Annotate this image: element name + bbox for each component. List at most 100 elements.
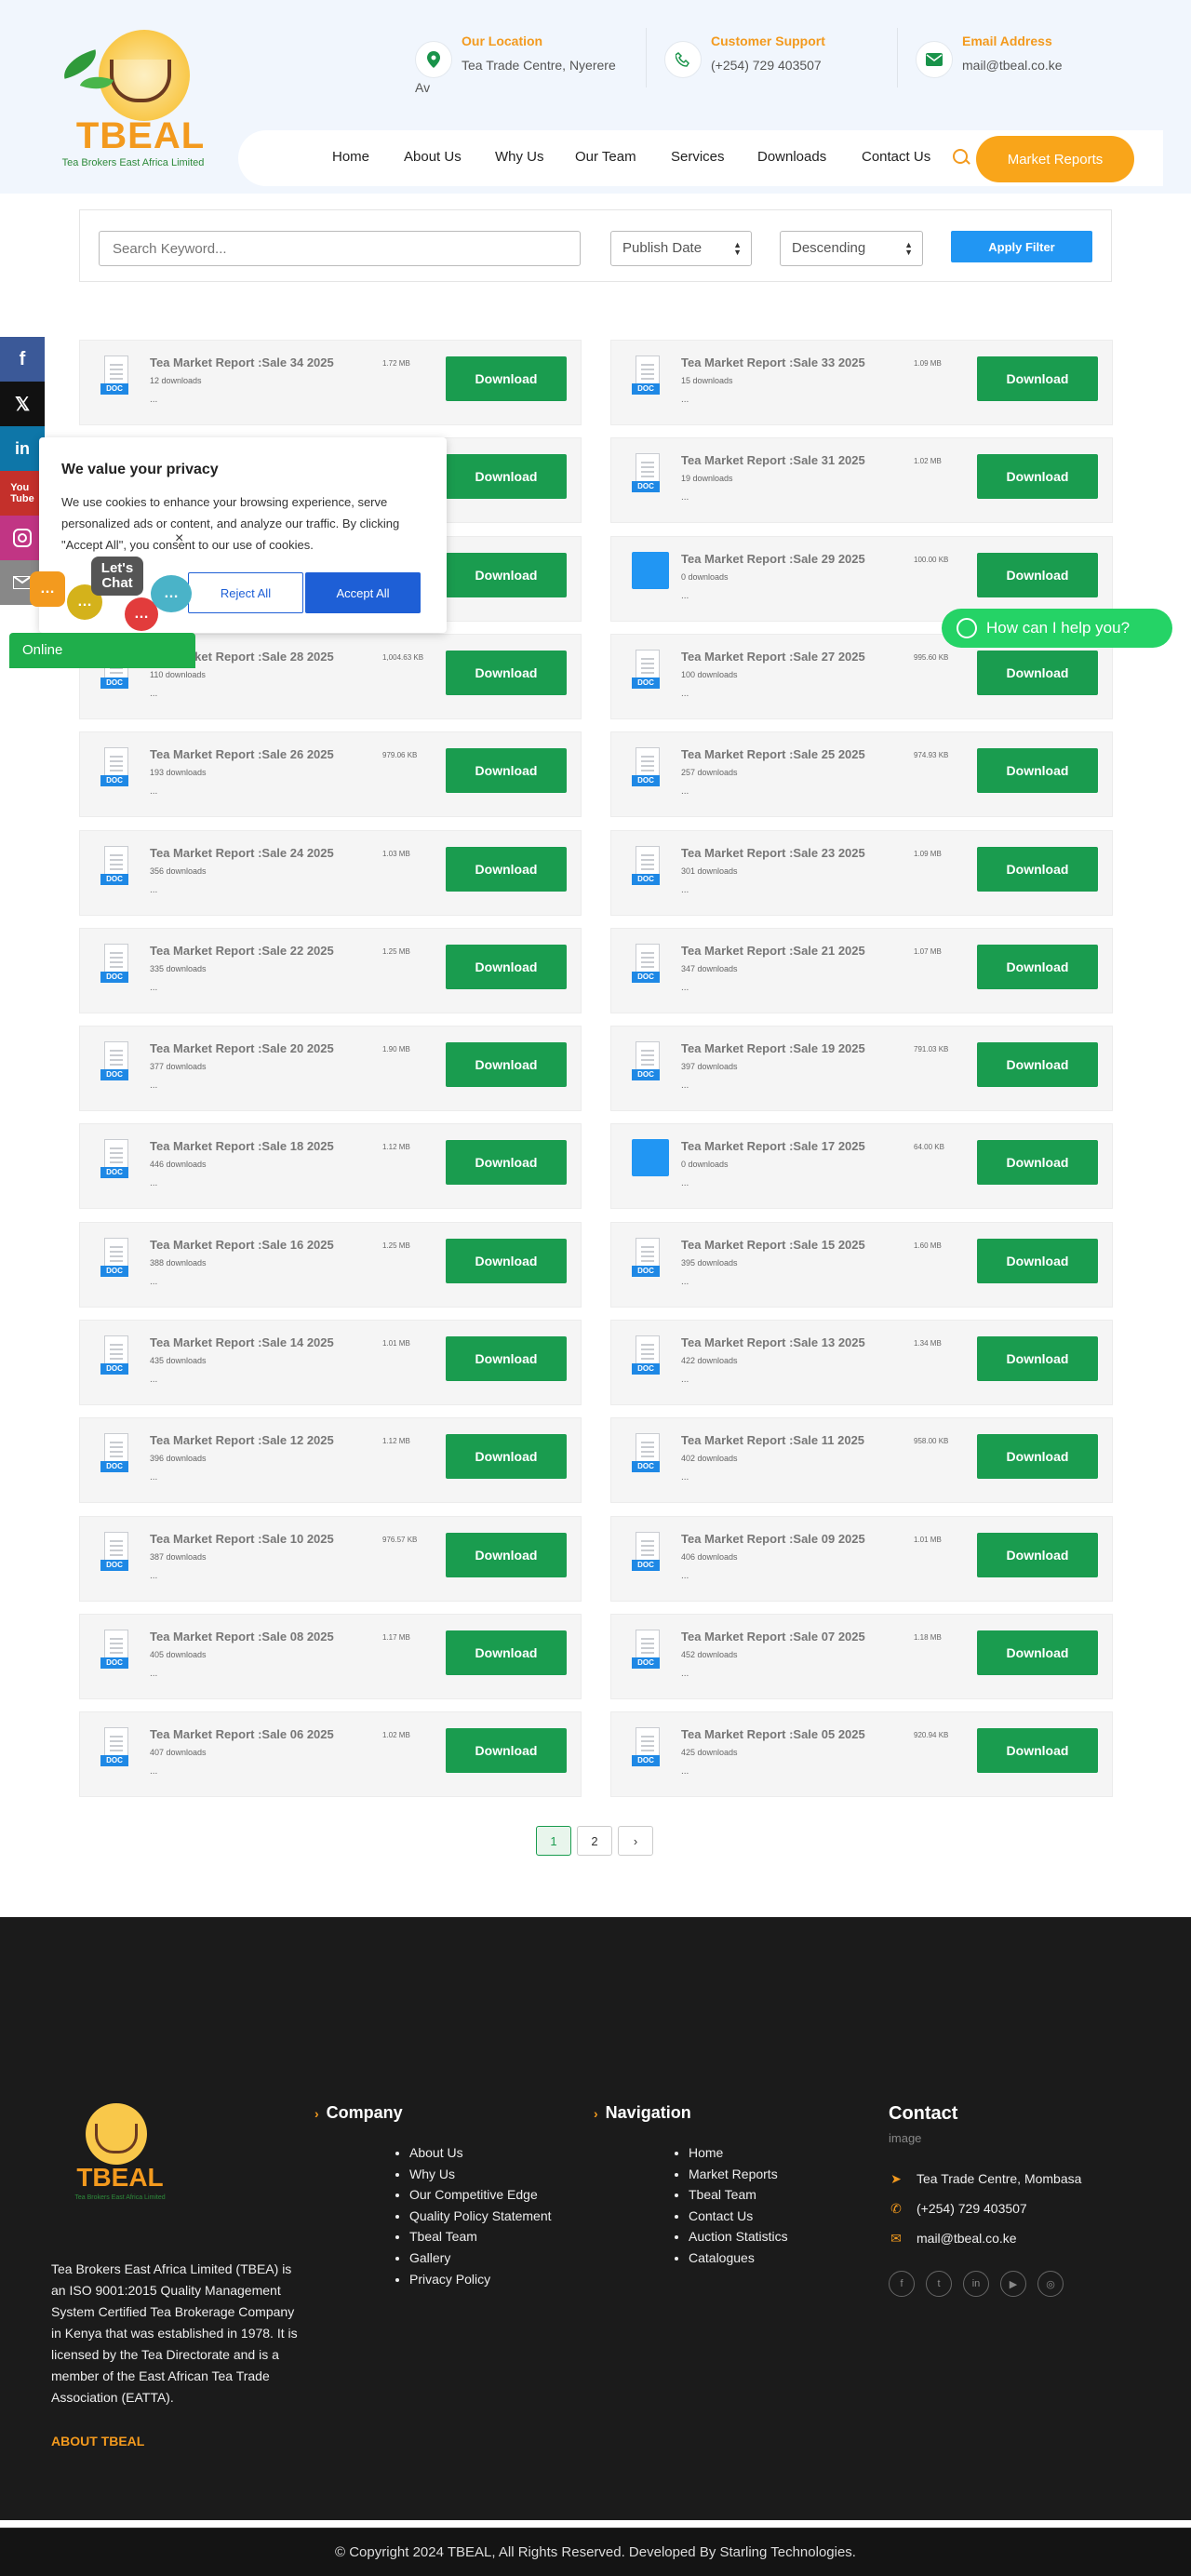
download-button[interactable]: Download	[977, 1434, 1098, 1479]
footer-link[interactable]: Catalogues	[689, 2247, 788, 2269]
footer-link[interactable]: Tbeal Team	[689, 2184, 788, 2206]
download-button[interactable]: Download	[977, 748, 1098, 793]
report-title[interactable]: Tea Market Report :Sale 16 2025	[150, 1238, 334, 1252]
nav-home[interactable]: Home	[332, 149, 369, 165]
footer-link[interactable]: Quality Policy Statement	[409, 2206, 552, 2227]
report-title[interactable]: Tea Market Report :Sale 26 2025	[150, 747, 334, 761]
close-icon[interactable]: ×	[175, 530, 183, 547]
report-title[interactable]: Tea Market Report :Sale 06 2025	[150, 1727, 334, 1741]
reject-all-button[interactable]: Reject All	[188, 572, 303, 613]
download-button[interactable]: Download	[977, 1533, 1098, 1577]
download-button[interactable]: Download	[446, 748, 567, 793]
contact-phone[interactable]: ✆ (+254) 729 403507	[889, 2201, 1027, 2217]
report-title[interactable]: Tea Market Report :Sale 10 2025	[150, 1532, 334, 1546]
download-button[interactable]: Download	[446, 1728, 567, 1773]
report-title[interactable]: Tea Market Report :Sale 21 2025	[681, 944, 865, 958]
footer-link[interactable]: Home	[689, 2142, 788, 2164]
download-button[interactable]: Download	[446, 553, 567, 597]
report-title[interactable]: Tea Market Report :Sale 27 2025	[681, 650, 865, 664]
footer-logo[interactable]: TBEAL Tea Brokers East Africa Limited	[69, 2103, 171, 2206]
youtube-icon[interactable]: ▶	[1000, 2271, 1026, 2297]
download-button[interactable]: Download	[446, 1042, 567, 1087]
download-button[interactable]: Download	[446, 847, 567, 892]
support-phone[interactable]: (+254) 729 403507	[711, 54, 888, 76]
report-title[interactable]: Tea Market Report :Sale 17 2025	[681, 1139, 865, 1153]
page-2-button[interactable]: 2	[577, 1826, 612, 1856]
chat-bubble-icon[interactable]: …	[30, 571, 65, 607]
linkedin-icon[interactable]: in	[0, 426, 45, 471]
twitter-icon[interactable]: t	[926, 2271, 952, 2297]
download-button[interactable]: Download	[446, 651, 567, 695]
nav-services[interactable]: Services	[671, 149, 725, 165]
facebook-icon[interactable]: f	[889, 2271, 915, 2297]
nav-why-us[interactable]: Why Us	[495, 149, 544, 165]
download-button[interactable]: Download	[446, 1336, 567, 1381]
download-button[interactable]: Download	[977, 356, 1098, 401]
report-title[interactable]: Tea Market Report :Sale 07 2025	[681, 1630, 865, 1644]
whatsapp-chat-button[interactable]: How can I help you?	[942, 609, 1172, 648]
report-title[interactable]: Tea Market Report :Sale 24 2025	[150, 846, 334, 860]
download-button[interactable]: Download	[446, 1533, 567, 1577]
report-title[interactable]: Tea Market Report :Sale 20 2025	[150, 1041, 334, 1055]
next-page-button[interactable]: ›	[618, 1826, 653, 1856]
page-1-button[interactable]: 1	[536, 1826, 571, 1856]
search-icon[interactable]	[953, 149, 968, 164]
email-value[interactable]: mail@tbeal.co.ke	[962, 54, 1139, 76]
report-title[interactable]: Tea Market Report :Sale 15 2025	[681, 1238, 865, 1252]
sort-order-select[interactable]: Descending ▲ ▼	[780, 231, 923, 266]
youtube-icon[interactable]: You Tube	[0, 471, 45, 516]
lets-chat-bubble[interactable]: Let's Chat	[91, 557, 143, 596]
footer-link[interactable]: Tbeal Team	[409, 2226, 552, 2247]
about-tbeal-link[interactable]: ABOUT TBEAL	[51, 2434, 144, 2449]
instagram-icon[interactable]	[0, 516, 45, 560]
download-button[interactable]: Download	[977, 1336, 1098, 1381]
footer-link[interactable]: Privacy Policy	[409, 2269, 552, 2290]
report-title[interactable]: Tea Market Report :Sale 22 2025	[150, 944, 334, 958]
footer-link[interactable]: Contact Us	[689, 2206, 788, 2227]
download-button[interactable]: Download	[446, 1434, 567, 1479]
apply-filter-button[interactable]: Apply Filter	[951, 231, 1092, 262]
download-button[interactable]: Download	[977, 553, 1098, 597]
download-button[interactable]: Download	[446, 454, 567, 499]
report-title[interactable]: Tea Market Report :Sale 13 2025	[681, 1335, 865, 1349]
report-title[interactable]: Tea Market Report :Sale 08 2025	[150, 1630, 334, 1644]
download-button[interactable]: Download	[977, 454, 1098, 499]
download-button[interactable]: Download	[446, 356, 567, 401]
footer-link[interactable]: Our Competitive Edge	[409, 2184, 552, 2206]
chat-bubble-icon[interactable]: …	[151, 575, 192, 612]
download-button[interactable]: Download	[977, 1728, 1098, 1773]
report-title[interactable]: Tea Market Report :Sale 23 2025	[681, 846, 865, 860]
footer-link[interactable]: Gallery	[409, 2247, 552, 2269]
footer-link[interactable]: Why Us	[409, 2164, 552, 2185]
nav-downloads[interactable]: Downloads	[757, 149, 826, 165]
download-button[interactable]: Download	[977, 945, 1098, 989]
nav-about-us[interactable]: About Us	[404, 149, 462, 165]
download-button[interactable]: Download	[977, 847, 1098, 892]
footer-link[interactable]: About Us	[409, 2142, 552, 2164]
download-button[interactable]: Download	[446, 945, 567, 989]
online-chat-tab[interactable]: Online	[9, 633, 195, 668]
market-reports-button[interactable]: Market Reports	[976, 136, 1134, 182]
download-button[interactable]: Download	[977, 1140, 1098, 1185]
report-title[interactable]: Tea Market Report :Sale 12 2025	[150, 1433, 334, 1447]
nav-contact-us[interactable]: Contact Us	[862, 149, 930, 165]
download-button[interactable]: Download	[977, 1630, 1098, 1675]
linkedin-icon[interactable]: in	[963, 2271, 989, 2297]
report-title[interactable]: Tea Market Report :Sale 09 2025	[681, 1532, 865, 1546]
footer-link[interactable]: Auction Statistics	[689, 2226, 788, 2247]
nav-our-team[interactable]: Our Team	[575, 149, 636, 165]
report-title[interactable]: Tea Market Report :Sale 14 2025	[150, 1335, 334, 1349]
report-title[interactable]: Tea Market Report :Sale 25 2025	[681, 747, 865, 761]
instagram-icon[interactable]: ◎	[1037, 2271, 1064, 2297]
contact-email[interactable]: ✉ mail@tbeal.co.ke	[889, 2231, 1016, 2247]
download-button[interactable]: Download	[977, 651, 1098, 695]
download-button[interactable]: Download	[446, 1630, 567, 1675]
download-button[interactable]: Download	[446, 1239, 567, 1283]
download-button[interactable]: Download	[446, 1140, 567, 1185]
facebook-icon[interactable]: f	[0, 337, 45, 382]
download-button[interactable]: Download	[977, 1042, 1098, 1087]
search-input[interactable]	[99, 231, 581, 266]
report-title[interactable]: Tea Market Report :Sale 18 2025	[150, 1139, 334, 1153]
x-twitter-icon[interactable]: 𝕏	[0, 382, 45, 426]
site-logo[interactable]: TBEAL Tea Brokers East Africa Limited	[54, 26, 212, 175]
